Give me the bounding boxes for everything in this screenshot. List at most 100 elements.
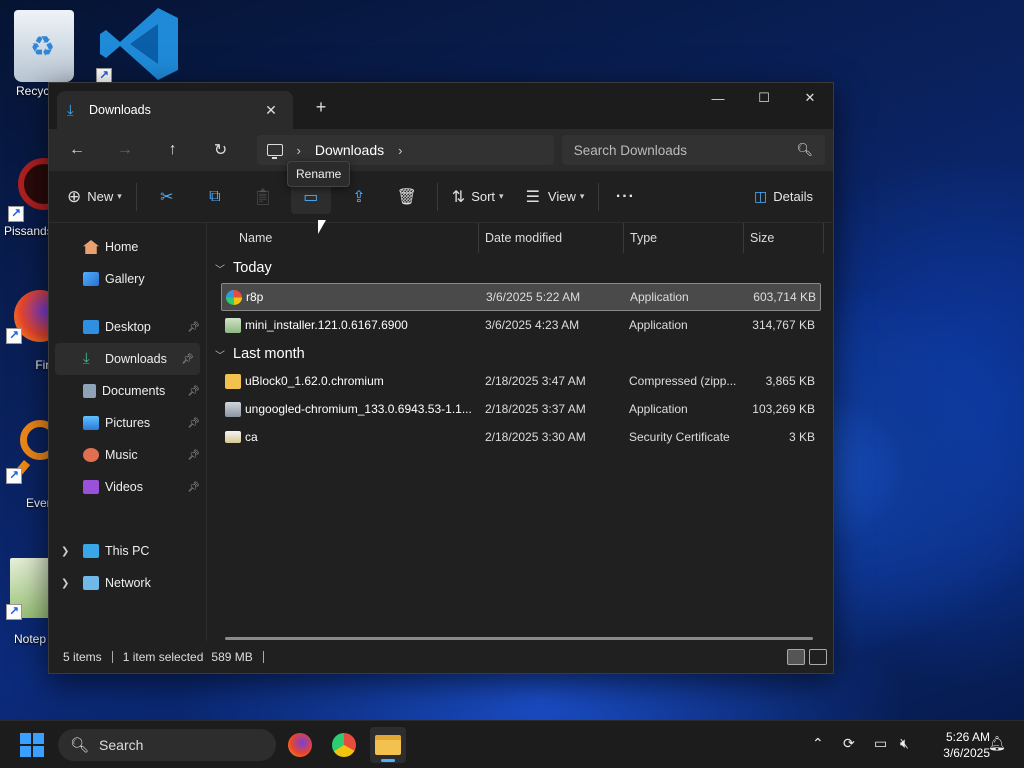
sidebar-item-documents[interactable]: Documents 📌︎: [49, 375, 206, 407]
sidebar-item-music[interactable]: Music 📌︎: [49, 439, 206, 471]
volume-icon[interactable]: 🔇︎: [900, 735, 909, 752]
sidebar-item-downloads[interactable]: ⤓ Downloads 📌︎: [55, 343, 200, 375]
taskbar-search[interactable]: 🔍︎ Search: [58, 729, 276, 761]
navigation-pane: Home Gallery Desktop 📌︎ ⤓ Downloads 📌︎ D…: [49, 223, 207, 641]
view-button[interactable]: ☰ View ▾: [518, 180, 593, 214]
tiles-view-toggle[interactable]: [809, 649, 827, 665]
chevron-right-icon[interactable]: ❯: [61, 578, 69, 589]
pin-icon[interactable]: 📌︎: [187, 322, 200, 333]
cut-button[interactable]: ✂: [147, 180, 187, 214]
pin-icon[interactable]: 📌︎: [187, 482, 200, 493]
selection-count: 1 item selected: [122, 650, 204, 664]
vscode-icon: [96, 6, 180, 84]
system-clock[interactable]: 5:26 AM 3/6/2025: [924, 729, 990, 761]
shortcut-arrow-icon: [8, 206, 24, 222]
network-icon: [83, 576, 99, 590]
sidebar-item-label: Pictures: [105, 416, 151, 430]
file-date: 2/18/2025 3:37 AM: [485, 402, 586, 416]
column-header-size[interactable]: Size: [744, 223, 824, 253]
search-icon: 🔍︎: [70, 737, 90, 754]
active-indicator: [381, 759, 395, 762]
sidebar-item-label: Network: [105, 576, 151, 590]
start-button[interactable]: [20, 733, 44, 757]
table-row[interactable]: uBlock0_1.62.0.chromium 2/18/2025 3:47 A…: [221, 367, 821, 395]
taskbar-file-explorer[interactable]: [370, 727, 406, 763]
copy-button[interactable]: ⧉: [195, 180, 235, 214]
windows-logo-icon: [20, 733, 31, 744]
paste-button[interactable]: 📋︎: [243, 180, 283, 214]
sidebar-item-pictures[interactable]: Pictures 📌︎: [49, 407, 206, 439]
chevron-down-icon: ▾: [117, 191, 122, 201]
taskbar: 🔍︎ Search ⌃ ⟳ ▭ 🔇︎ 5:26 AM 3/6/2025 🔔︎: [0, 720, 1024, 768]
tab-downloads[interactable]: ⤓ Downloads ✕: [57, 91, 293, 129]
notification-bell-icon[interactable]: 🔔︎: [988, 735, 1006, 752]
taskbar-firefox[interactable]: [282, 727, 318, 763]
share-icon: ⇪: [352, 188, 366, 206]
folder-icon: [375, 735, 401, 755]
chevron-up-icon[interactable]: ⌃: [812, 735, 824, 752]
group-header-last-month[interactable]: ﹀ Last month: [207, 339, 833, 369]
desktop-icon-vscode[interactable]: [96, 6, 178, 86]
sidebar-item-videos[interactable]: Videos 📌︎: [49, 471, 206, 503]
column-header-type[interactable]: Type: [624, 223, 744, 253]
search-input[interactable]: [573, 142, 797, 158]
sidebar-item-gallery[interactable]: Gallery: [49, 263, 206, 295]
search-icon[interactable]: 🔍︎: [796, 142, 813, 158]
delete-button[interactable]: 🗑︎: [387, 180, 427, 214]
pin-icon[interactable]: 📌︎: [187, 450, 200, 461]
sidebar-item-label: Music: [105, 448, 138, 462]
table-row[interactable]: ungoogled-chromium_133.0.6943.53-1.1... …: [221, 395, 821, 423]
network-icon[interactable]: ▭: [874, 735, 887, 752]
pin-icon[interactable]: 📌︎: [187, 418, 200, 429]
desktop-icon: [83, 320, 99, 334]
new-tab-button[interactable]: +: [307, 95, 335, 119]
tab-title: Downloads: [89, 103, 151, 117]
details-label: Details: [773, 189, 813, 204]
table-row[interactable]: r8p 3/6/2025 5:22 AM Application 603,714…: [221, 283, 821, 311]
sidebar-item-home[interactable]: Home: [49, 231, 206, 263]
table-row[interactable]: mini_installer.121.0.6167.6900 3/6/2025 …: [221, 311, 821, 339]
pin-icon[interactable]: 📌︎: [187, 386, 200, 397]
home-icon: [83, 240, 99, 254]
sidebar-item-desktop[interactable]: Desktop 📌︎: [49, 311, 206, 343]
table-row[interactable]: ca 2/18/2025 3:30 AM Security Certificat…: [221, 423, 821, 451]
chevron-right-icon[interactable]: ❯: [61, 546, 69, 557]
sort-button[interactable]: ⇅ Sort ▾: [444, 180, 512, 214]
arrow-right-icon: →: [116, 141, 133, 158]
close-tab-icon[interactable]: ✕: [259, 98, 283, 122]
command-bar: ⊕ New ▾ ✂ ⧉ 📋︎ ▭ ⇪ 🗑︎ ⇅ Sort ▾ ☰ View ▾ …: [49, 161, 833, 223]
sort-icon: ⇅: [451, 188, 466, 206]
update-icon[interactable]: ⟳: [843, 735, 855, 752]
chevron-right-icon[interactable]: ›: [398, 143, 402, 158]
file-type: Compressed (zipp...: [629, 374, 737, 388]
details-button[interactable]: ◫ Details: [744, 180, 823, 214]
sidebar-item-this-pc[interactable]: ❯ This PC: [49, 535, 206, 567]
chevron-right-icon[interactable]: ›: [297, 143, 301, 158]
column-header-date[interactable]: Date modified: [479, 223, 624, 253]
pictures-icon: [83, 416, 99, 430]
more-options-button[interactable]: ···: [605, 180, 645, 214]
breadcrumb-item-downloads[interactable]: Downloads: [315, 142, 384, 158]
taskbar-chromium[interactable]: [326, 727, 362, 763]
rename-tooltip: Rename: [287, 161, 351, 187]
up-button[interactable]: ↑: [153, 134, 193, 166]
maximize-button[interactable]: ☐: [741, 83, 787, 113]
details-view-toggle[interactable]: [787, 649, 805, 665]
horizontal-scrollbar[interactable]: [225, 637, 813, 640]
arrow-left-icon: ←: [68, 141, 85, 158]
pin-icon[interactable]: 📌︎: [181, 354, 194, 365]
file-size: 3 KB: [788, 430, 815, 444]
refresh-icon: ↻: [213, 142, 228, 159]
refresh-button[interactable]: ↻: [201, 134, 241, 166]
back-button[interactable]: ←: [57, 134, 97, 166]
group-header-today[interactable]: ﹀ Today: [207, 253, 833, 283]
new-button[interactable]: ⊕ New ▾: [59, 180, 130, 214]
minimize-button[interactable]: —: [695, 83, 741, 113]
column-header-name[interactable]: Name: [207, 223, 479, 253]
sidebar-item-network[interactable]: ❯ Network: [49, 567, 206, 599]
search-box[interactable]: 🔍︎: [561, 135, 825, 165]
download-icon: ⤓: [67, 101, 74, 119]
forward-button[interactable]: →: [105, 134, 145, 166]
chevron-down-icon: ﹀: [215, 264, 225, 276]
close-window-button[interactable]: ✕: [787, 83, 833, 113]
